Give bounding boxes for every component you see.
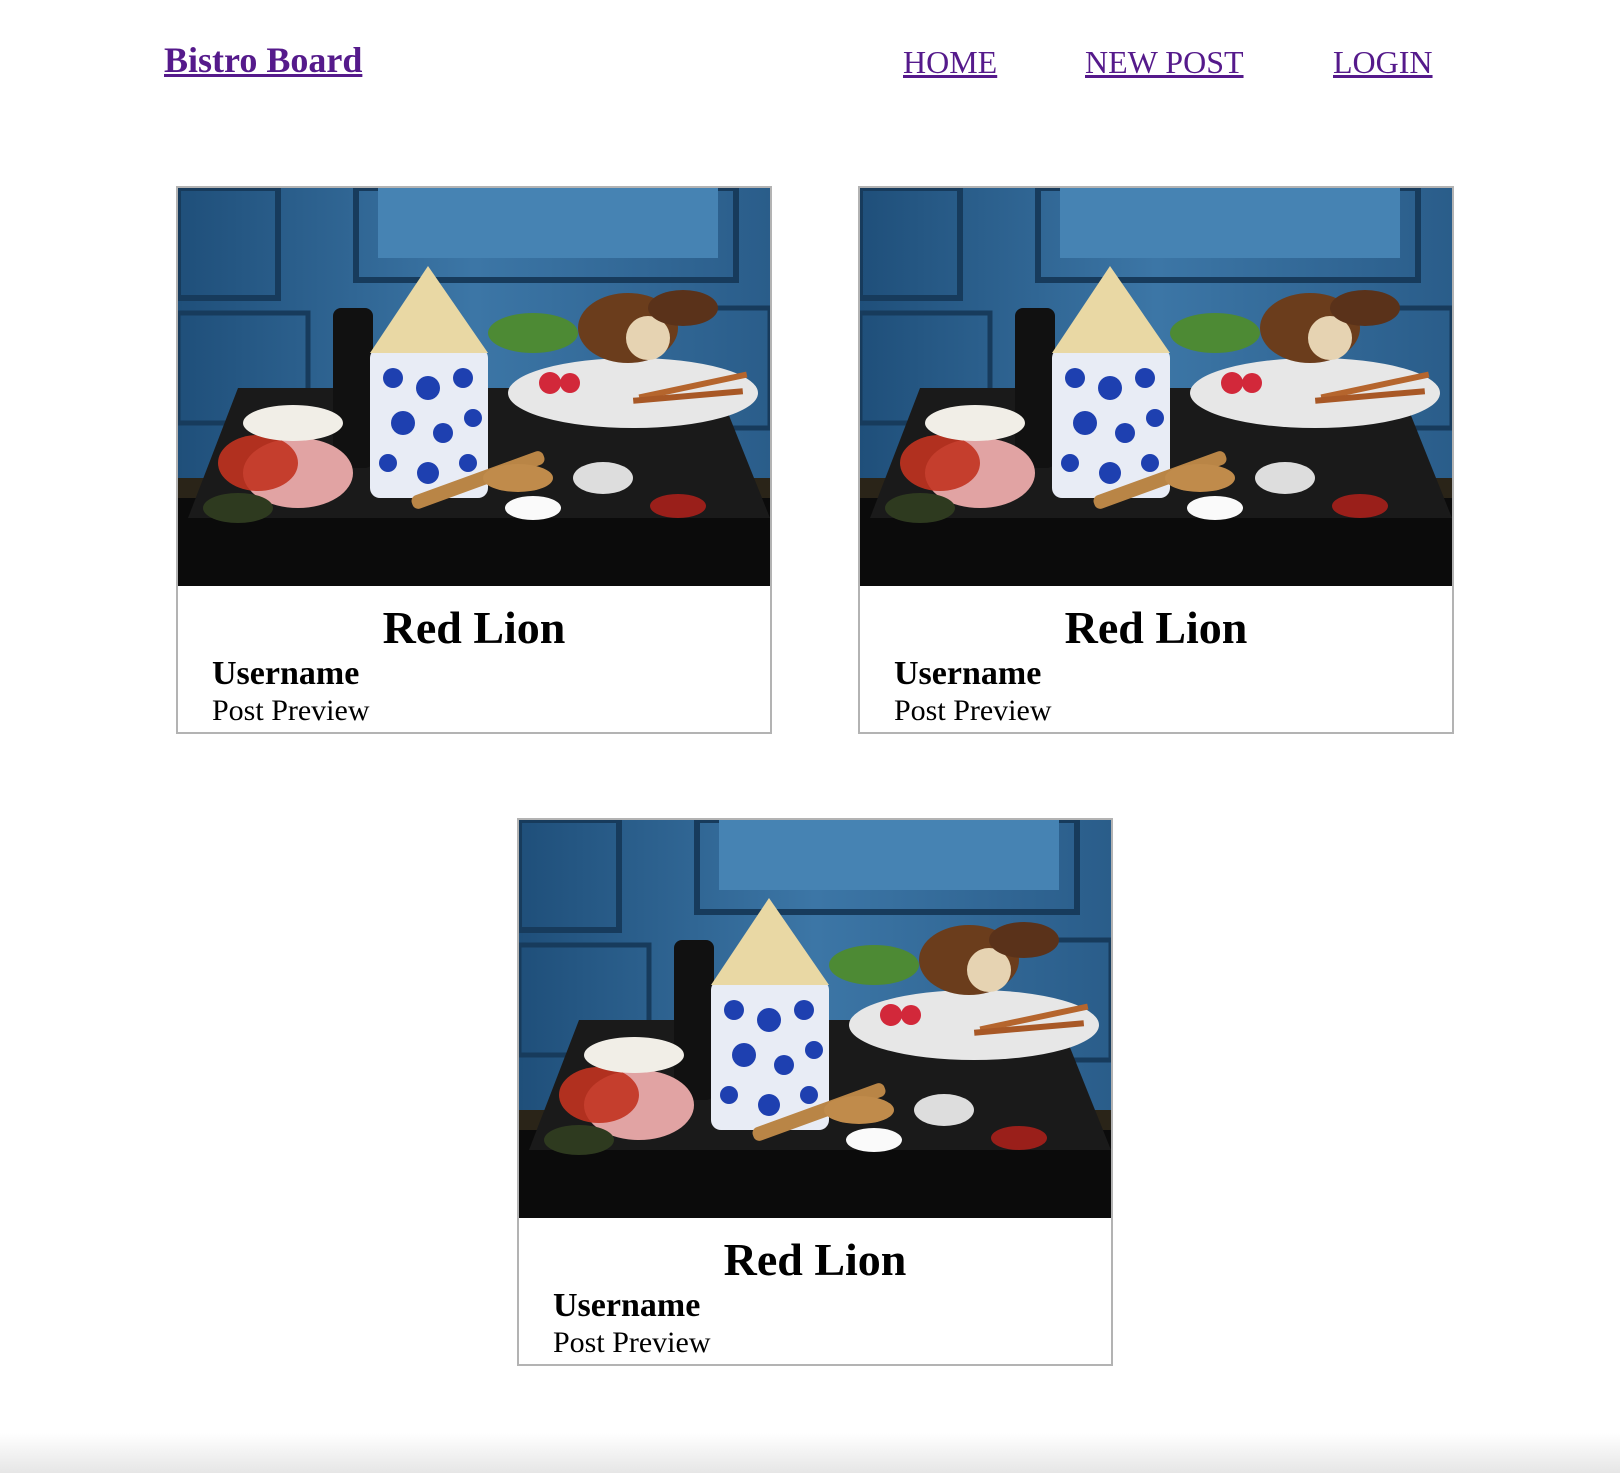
post-image [860, 188, 1452, 586]
post-title[interactable]: Red Lion [860, 602, 1452, 654]
post-title[interactable]: Red Lion [178, 602, 770, 654]
post-card[interactable]: Red Lion Username Post Preview [858, 186, 1454, 734]
nav-home-link[interactable]: HOME [903, 42, 997, 82]
brand-link[interactable]: Bistro Board [164, 38, 362, 82]
post-username: Username [212, 655, 360, 692]
post-preview: Post Preview [212, 694, 370, 727]
post-card[interactable]: Red Lion Username Post Preview [176, 186, 772, 734]
post-image [519, 820, 1111, 1218]
window-bottom-shadow [0, 1433, 1620, 1473]
nav-login-link[interactable]: LOGIN [1333, 42, 1433, 82]
post-username: Username [894, 655, 1042, 692]
post-username: Username [553, 1287, 701, 1324]
post-preview: Post Preview [553, 1326, 711, 1359]
post-preview: Post Preview [894, 694, 1052, 727]
page: Bistro Board HOME NEW POST LOGIN Red Lio… [0, 0, 1620, 1473]
post-card[interactable]: Red Lion Username Post Preview [517, 818, 1113, 1366]
post-image [178, 188, 770, 586]
post-title[interactable]: Red Lion [519, 1234, 1111, 1286]
nav-new-post-link[interactable]: NEW POST [1085, 42, 1244, 82]
